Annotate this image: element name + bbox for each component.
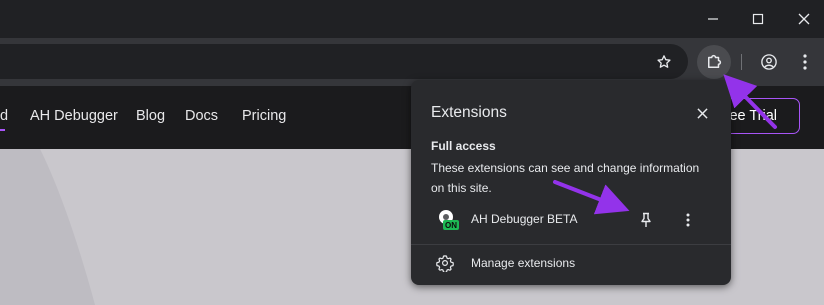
active-nav-underline bbox=[0, 129, 5, 131]
full-access-description: These extensions can see and change info… bbox=[431, 161, 700, 195]
manage-extensions-item[interactable]: Manage extensions bbox=[411, 250, 731, 276]
extensions-button[interactable] bbox=[697, 45, 731, 79]
kebab-menu-icon bbox=[686, 213, 690, 227]
popup-close-button[interactable] bbox=[691, 102, 713, 124]
nav-item-docs[interactable]: Docs bbox=[185, 108, 218, 124]
ah-debugger-extension-icon: ON bbox=[439, 210, 459, 230]
extension-more-button[interactable] bbox=[677, 209, 699, 231]
star-icon bbox=[657, 55, 671, 68]
extension-name: AH Debugger BETA bbox=[471, 212, 578, 226]
maximize-button[interactable] bbox=[735, 0, 781, 38]
pin-icon bbox=[641, 212, 651, 227]
profile-icon bbox=[761, 54, 777, 70]
browser-menu-button[interactable] bbox=[796, 51, 814, 73]
minimize-icon bbox=[708, 18, 718, 20]
nav-item-blog[interactable]: Blog bbox=[136, 108, 165, 124]
nav-item-ah-debugger[interactable]: AH Debugger bbox=[30, 108, 118, 124]
manage-extensions-label: Manage extensions bbox=[471, 256, 576, 270]
close-icon bbox=[798, 13, 810, 25]
kebab-menu-icon bbox=[803, 54, 807, 70]
address-bar[interactable] bbox=[0, 44, 688, 79]
extension-on-badge: ON bbox=[445, 221, 457, 230]
extensions-popup: Extensions Full access These extensions … bbox=[411, 80, 731, 285]
popup-divider bbox=[411, 244, 731, 245]
bookmark-star-button[interactable] bbox=[652, 51, 676, 73]
nav-item-cut[interactable]: d bbox=[0, 108, 8, 124]
extension-row[interactable]: ON AH Debugger BETA bbox=[411, 204, 731, 236]
browser-toolbar bbox=[0, 38, 824, 86]
toolbar-separator bbox=[741, 54, 742, 70]
close-icon bbox=[696, 107, 708, 119]
gear-icon bbox=[436, 255, 454, 272]
close-window-button[interactable] bbox=[781, 0, 824, 38]
popup-title: Extensions bbox=[431, 104, 507, 121]
maximize-icon bbox=[752, 13, 764, 25]
window-titlebar bbox=[0, 0, 824, 38]
profile-button[interactable] bbox=[757, 51, 781, 73]
nav-item-pricing[interactable]: Pricing bbox=[242, 108, 286, 124]
puzzle-extensions-icon bbox=[708, 54, 722, 68]
full-access-heading: Full access bbox=[431, 139, 496, 153]
pin-extension-button[interactable] bbox=[635, 209, 657, 231]
minimize-button[interactable] bbox=[690, 0, 736, 38]
